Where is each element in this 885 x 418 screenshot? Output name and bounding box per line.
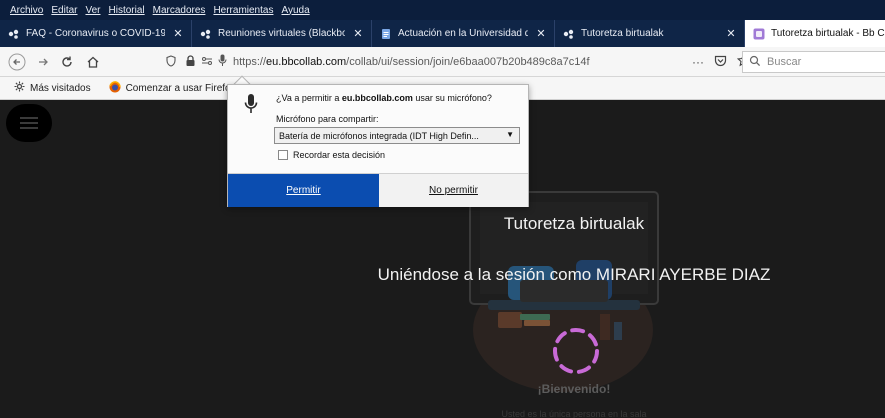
menu-herramientas[interactable]: Herramientas [213,5,273,16]
tab-label: Reuniones virtuales (Blackboard [218,28,345,39]
remember-decision[interactable]: Recordar esta decisión [278,150,385,160]
microphone-permission-popup: ¿Va a permitir a eu.bbcollab.com usar su… [227,84,529,207]
search-input[interactable]: Buscar [742,51,885,73]
url-path: /collab/ui/session/join/e6baa007b20b489c… [346,56,590,68]
tab-label: Actuación en la Universidad de [398,28,528,39]
microphone-icon[interactable] [218,54,227,70]
search-placeholder: Buscar [767,56,802,68]
close-icon[interactable]: ✕ [171,27,185,40]
menu-marcadores[interactable]: Marcadores [153,5,206,16]
forward-icon[interactable] [32,51,54,73]
url-bar[interactable]: https://eu.bbcollab.com/collab/ui/sessio… [165,51,732,73]
question-host: eu.bbcollab.com [341,93,413,103]
permission-question: ¿Va a permitir a eu.bbcollab.com usar su… [276,93,492,103]
welcome-subtext: Usted es la única persona en la sala [501,409,647,418]
permissions-icon[interactable] [201,55,213,70]
allow-button[interactable]: Permitir [228,174,379,207]
tab-tutoretza-birtualak[interactable]: Tutoretza birtualak ✕ [555,20,745,47]
microphone-select-value: Batería de micrófonos integrada (IDT Hig… [279,130,479,141]
blackboard-icon [200,28,212,40]
reload-icon[interactable] [56,51,78,73]
tab-label: Tutoretza birtualak [581,28,664,39]
url-text[interactable]: https://eu.bbcollab.com/collab/ui/sessio… [233,56,590,68]
allow-label: Permitir [286,185,321,196]
close-icon[interactable]: ✕ [724,27,738,40]
lock-icon[interactable] [185,54,196,70]
back-icon[interactable] [6,51,28,73]
bookmark-mas-visitados[interactable]: Más visitados [14,81,91,95]
browser-window: Archivo Editar Ver Historial Marcadores … [0,0,885,418]
tab-reuniones-virtuales[interactable]: Reuniones virtuales (Blackboard ✕ [192,20,372,47]
question-suffix: usar su micrófono? [412,93,492,103]
search-icon [749,55,761,70]
menu-historial[interactable]: Historial [109,5,145,16]
remember-checkbox[interactable] [278,150,288,160]
joining-status-text: Uniéndose a la sesión como MIRARI AYERBE… [377,265,771,284]
tab-actuacion-universidad[interactable]: Actuación en la Universidad de ✕ [372,20,555,47]
home-icon[interactable] [82,51,104,73]
tab-strip: FAQ - Coronavirus o COVID-19 ✕ Reuniones… [0,20,885,47]
tab-label: Tutoretza birtualak - Bb C [771,28,885,39]
blackboard-icon [563,28,575,40]
menu-editar[interactable]: Editar [51,5,77,16]
permission-buttons: Permitir No permitir [228,173,528,207]
deny-label: No permitir [429,185,478,196]
deny-button[interactable]: No permitir [379,174,528,207]
remember-label: Recordar esta decisión [293,150,386,160]
menu-ayuda[interactable]: Ayuda [281,5,309,16]
document-icon [380,28,392,40]
blackboard-icon [8,28,20,40]
tab-label: FAQ - Coronavirus o COVID-19 [26,28,165,39]
session-menu-button[interactable] [6,104,52,142]
chevron-down-icon: ▼ [506,130,514,139]
tracking-shield-icon[interactable] [165,54,177,70]
question-prefix: ¿Va a permitir a [276,93,342,103]
url-prefix: https:// [233,56,267,68]
session-title: Tutoretza birtualak [503,214,645,233]
close-icon[interactable]: ✕ [534,27,548,40]
bookmark-label: Comenzar a usar Firefox [125,82,236,94]
close-icon[interactable]: ✕ [351,27,365,40]
bookmark-label: Más visitados [30,82,91,94]
firefox-icon [108,80,121,96]
gear-icon [14,81,25,95]
welcome-heading: ¡Bienvenido! [537,382,611,396]
microphone-icon [244,94,258,113]
pocket-icon[interactable] [714,54,727,70]
microphone-select[interactable]: Batería de micrófonos integrada (IDT Hig… [274,127,520,144]
microphone-select-label: Micrófono para compartir: [276,114,379,124]
tab-faq-coronavirus[interactable]: FAQ - Coronavirus o COVID-19 ✕ [0,20,192,47]
page-actions-menu[interactable]: ··· [692,55,704,69]
url-host: eu.bbcollab.com [266,56,347,68]
collab-icon [753,28,765,40]
tab-tutoretza-collab-active[interactable]: Tutoretza birtualak - Bb C [745,20,885,47]
bookmark-comenzar-firefox[interactable]: Comenzar a usar Firefox [108,80,236,96]
menu-bar: Archivo Editar Ver Historial Marcadores … [0,0,885,20]
menu-ver[interactable]: Ver [85,5,100,16]
menu-archivo[interactable]: Archivo [10,5,43,16]
